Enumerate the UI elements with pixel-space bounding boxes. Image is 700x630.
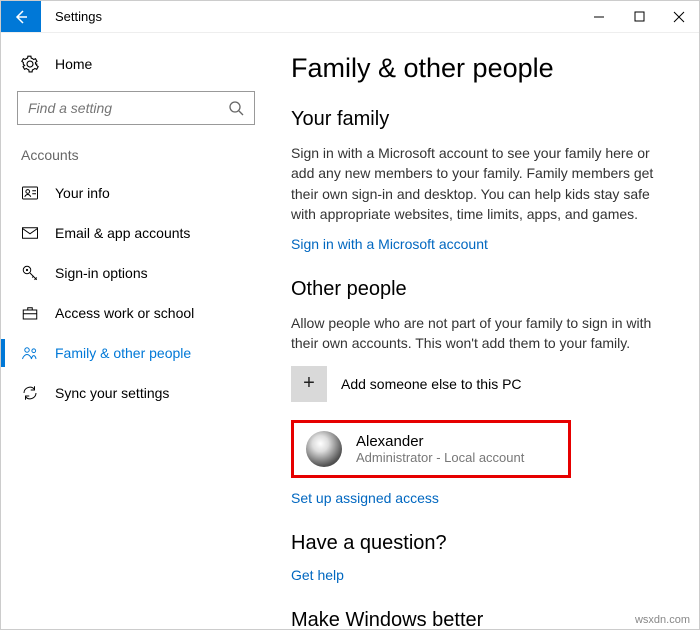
sidebar-item-label: Access work or school bbox=[55, 305, 194, 321]
section-other-people-title: Other people bbox=[291, 278, 671, 301]
titlebar: Settings bbox=[1, 1, 699, 33]
sidebar-item-label: Email & app accounts bbox=[55, 225, 190, 241]
sidebar-item-work-school[interactable]: Access work or school bbox=[1, 293, 271, 333]
user-name: Alexander bbox=[356, 433, 524, 450]
user-role: Administrator - Local account bbox=[356, 450, 524, 465]
person-card-icon bbox=[21, 184, 39, 202]
maximize-button[interactable] bbox=[619, 1, 659, 32]
main-content: Family & other people Your family Sign i… bbox=[271, 33, 699, 629]
briefcase-icon bbox=[21, 304, 39, 322]
sidebar: Home Accounts Your info Email & app acco… bbox=[1, 33, 271, 629]
sidebar-item-sync[interactable]: Sync your settings bbox=[1, 373, 271, 413]
sidebar-item-label: Sync your settings bbox=[55, 385, 169, 401]
sidebar-item-signin[interactable]: Sign-in options bbox=[1, 253, 271, 293]
gear-icon bbox=[21, 55, 39, 73]
assigned-access-link[interactable]: Set up assigned access bbox=[291, 490, 439, 506]
home-button[interactable]: Home bbox=[1, 45, 271, 83]
other-people-body: Allow people who are not part of your fa… bbox=[291, 313, 671, 354]
user-account-card[interactable]: Alexander Administrator - Local account bbox=[291, 420, 571, 478]
minimize-icon bbox=[593, 11, 605, 23]
sync-icon bbox=[21, 384, 39, 402]
section-your-family-title: Your family bbox=[291, 108, 671, 131]
close-icon bbox=[673, 11, 685, 23]
sidebar-item-your-info[interactable]: Your info bbox=[1, 173, 271, 213]
search-icon bbox=[228, 100, 244, 116]
sidebar-item-email[interactable]: Email & app accounts bbox=[1, 213, 271, 253]
page-title: Family & other people bbox=[291, 53, 671, 84]
search-box[interactable] bbox=[17, 91, 255, 125]
watermark: wsxdn.com bbox=[635, 614, 690, 626]
mail-icon bbox=[21, 224, 39, 242]
plus-icon: + bbox=[291, 366, 327, 402]
maximize-icon bbox=[634, 11, 645, 22]
home-label: Home bbox=[55, 56, 92, 72]
section-question-title: Have a question? bbox=[291, 532, 671, 555]
sidebar-item-family[interactable]: Family & other people bbox=[1, 333, 271, 373]
add-someone-button[interactable]: + Add someone else to this PC bbox=[291, 366, 671, 402]
minimize-button[interactable] bbox=[579, 1, 619, 32]
sidebar-item-label: Your info bbox=[55, 185, 110, 201]
window-title: Settings bbox=[41, 1, 579, 32]
sidebar-item-label: Family & other people bbox=[55, 345, 191, 361]
add-someone-label: Add someone else to this PC bbox=[341, 376, 522, 392]
back-button[interactable] bbox=[1, 1, 41, 32]
window-controls bbox=[579, 1, 699, 32]
sign-in-ms-link[interactable]: Sign in with a Microsoft account bbox=[291, 236, 488, 252]
your-family-body: Sign in with a Microsoft account to see … bbox=[291, 143, 671, 224]
search-input[interactable] bbox=[28, 100, 228, 116]
section-label: Accounts bbox=[1, 143, 271, 173]
arrow-left-icon bbox=[13, 9, 29, 25]
people-icon bbox=[21, 344, 39, 362]
avatar bbox=[306, 431, 342, 467]
get-help-link[interactable]: Get help bbox=[291, 567, 344, 583]
close-button[interactable] bbox=[659, 1, 699, 32]
section-better-title: Make Windows better bbox=[291, 609, 671, 629]
key-icon bbox=[21, 264, 39, 282]
sidebar-item-label: Sign-in options bbox=[55, 265, 148, 281]
